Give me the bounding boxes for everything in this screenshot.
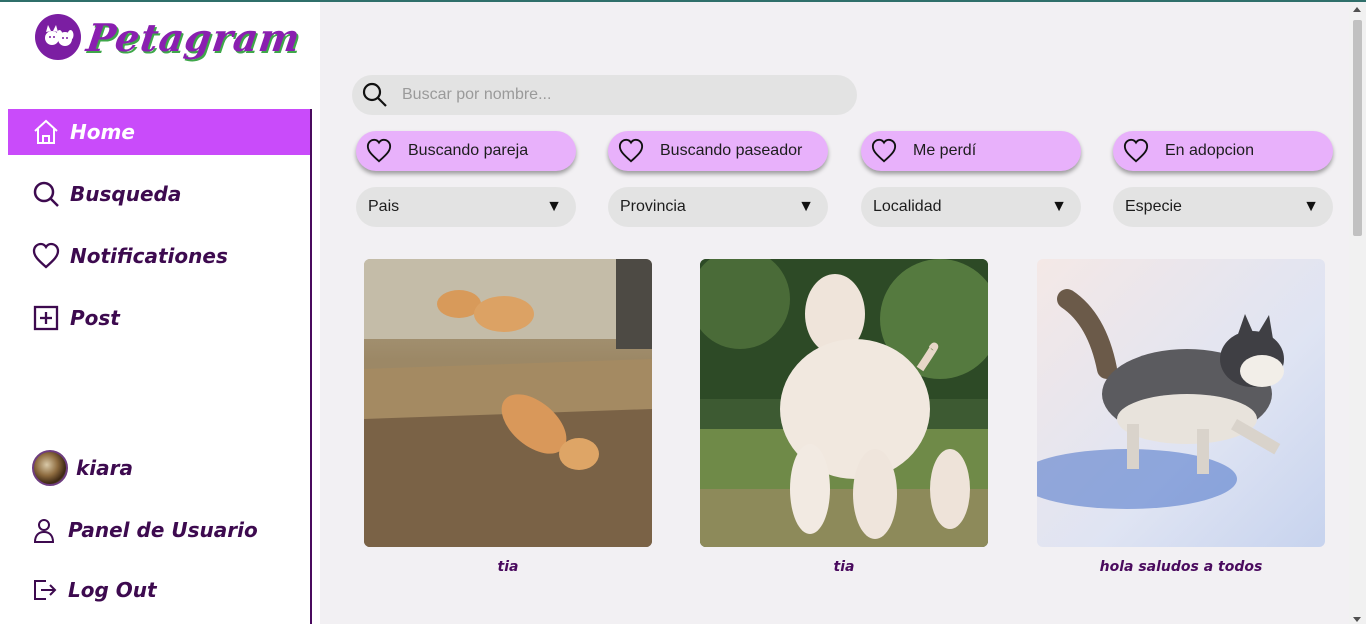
husky-snow-photo[interactable] (1037, 259, 1325, 547)
tag-buscando-pareja-button[interactable]: Buscando pareja (356, 131, 576, 171)
post-caption: tia (497, 559, 519, 575)
search-bar[interactable] (352, 75, 857, 115)
sidebar-item-notificationes[interactable]: Notificationes (8, 233, 311, 279)
select-value: Especie (1125, 198, 1182, 215)
sidebar-item-busqueda[interactable]: Busqueda (8, 171, 311, 217)
search-icon (33, 181, 59, 207)
localidad-select[interactable]: Localidad ▼ (861, 187, 1081, 227)
sidebar-item-label: Panel de Usuario (68, 518, 258, 542)
page-scrollbar[interactable] (1349, 2, 1366, 624)
tag-label: Buscando paseador (660, 142, 803, 159)
sidebar-item-label: Home (70, 120, 135, 144)
sidebar-divider (310, 109, 312, 624)
sidebar-item-label: Log Out (68, 578, 157, 602)
sidebar-item-log-out[interactable]: Log Out (8, 567, 311, 613)
sidebar-item-post[interactable]: Post (8, 295, 311, 341)
heart-icon (366, 138, 392, 163)
scroll-thumb[interactable] (1353, 20, 1362, 236)
post-card[interactable]: hola saludos a todos (1037, 259, 1325, 575)
afghan-hound-photo[interactable] (700, 259, 988, 547)
sidebar-item-label: Busqueda (70, 182, 182, 206)
user-icon (33, 519, 55, 543)
post-caption: hola saludos a todos (1099, 559, 1263, 575)
pets-icon (35, 14, 81, 60)
home-icon (34, 119, 58, 144)
heart-icon (871, 138, 897, 163)
provincia-select[interactable]: Provincia ▼ (608, 187, 828, 227)
tag-en-adopcion-button[interactable]: En adopcion (1113, 131, 1333, 171)
avatar (32, 450, 68, 486)
sidebar-item-label: Notificationes (70, 244, 228, 268)
scroll-down-icon[interactable] (1353, 617, 1361, 622)
kittens-photo[interactable] (364, 259, 652, 547)
sidebar: Petagram Home Busqueda Notificationes Po… (0, 2, 320, 624)
select-value: Pais (368, 198, 400, 215)
pais-select[interactable]: Pais ▼ (356, 187, 576, 227)
select-value: Provincia (620, 198, 686, 215)
sidebar-item-panel-de-usuario[interactable]: Panel de Usuario (8, 507, 311, 553)
tag-me-perdi-button[interactable]: Me perdí (861, 131, 1081, 171)
tag-label: En adopcion (1165, 142, 1254, 159)
search-input[interactable] (402, 86, 802, 104)
tag-label: Buscando pareja (408, 142, 529, 159)
brand-logo[interactable]: Petagram (35, 14, 303, 60)
triangle-down-icon: ▼ (1051, 198, 1067, 215)
post-caption: tia (833, 559, 855, 575)
scroll-up-icon[interactable] (1353, 7, 1361, 12)
logout-icon (34, 580, 57, 600)
tag-label: Me perdí (913, 142, 977, 159)
post-card[interactable]: tia (364, 259, 652, 575)
select-value: Localidad (873, 198, 942, 215)
triangle-down-icon: ▼ (546, 198, 562, 215)
heart-icon (32, 242, 60, 269)
post-card[interactable]: tia (700, 259, 988, 575)
sidebar-item-label: Post (70, 306, 120, 330)
sidebar-item-home[interactable]: Home (8, 109, 311, 155)
especie-select[interactable]: Especie ▼ (1113, 187, 1333, 227)
brand-name: Petagram (83, 14, 304, 60)
search-icon (362, 82, 387, 107)
heart-icon (1123, 138, 1149, 163)
sidebar-user-kiara[interactable]: kiara (8, 445, 311, 491)
plus-square-icon (33, 305, 59, 331)
tag-buscando-paseador-button[interactable]: Buscando paseador (608, 131, 828, 171)
triangle-down-icon: ▼ (1303, 198, 1319, 215)
triangle-down-icon: ▼ (798, 198, 814, 215)
heart-icon (618, 138, 644, 163)
user-name: kiara (76, 456, 134, 480)
